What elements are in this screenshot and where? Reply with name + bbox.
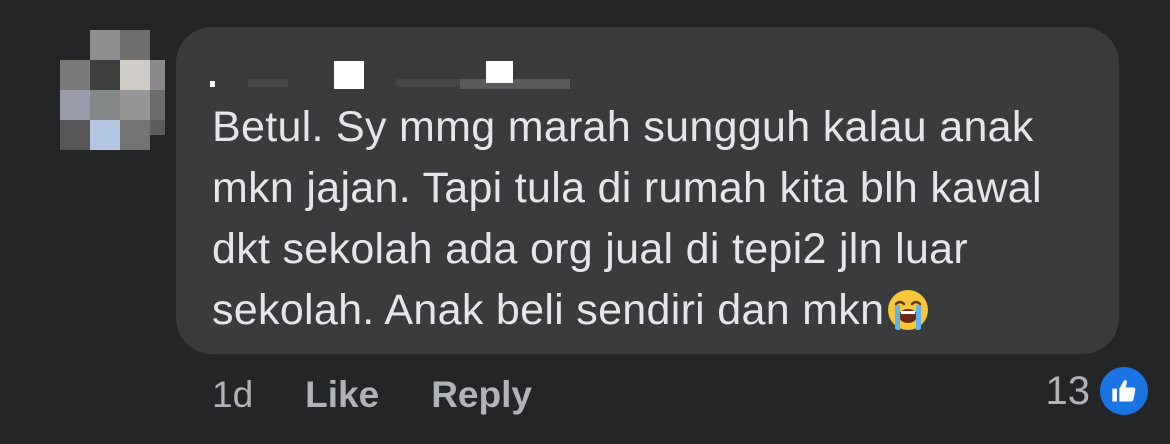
- comment-line: Betul. Sy mmg marah sungguh kalau anak: [212, 103, 1034, 151]
- comment-text: Betul. Sy mmg marah sungguh kalau anak m…: [212, 97, 1092, 341]
- reaction-summary[interactable]: 13: [1045, 366, 1148, 416]
- loudly-crying-face-icon: [886, 288, 930, 332]
- comment-actions: 1d Like Reply: [212, 372, 584, 418]
- comment-view: Betul. Sy mmg marah sungguh kalau anak m…: [0, 0, 1170, 444]
- comment-line: sekolah. Anak beli sendiri dan mkn: [212, 280, 1092, 341]
- comment-line-text: sekolah. Anak beli sendiri dan mkn: [212, 286, 885, 334]
- thumbs-up-icon: [1100, 367, 1148, 415]
- comment-line: mkn jajan. Tapi tula di rumah kita blh k…: [212, 164, 1042, 212]
- reaction-count: 13: [1045, 368, 1091, 413]
- author-name-redacted[interactable]: [210, 55, 570, 89]
- reply-button[interactable]: Reply: [431, 374, 532, 416]
- comment-line: dkt sekolah ada org jual di tepi2 jln lu…: [212, 225, 969, 273]
- like-button[interactable]: Like: [305, 374, 379, 416]
- comment-timestamp[interactable]: 1d: [212, 374, 253, 416]
- comment-bubble: Betul. Sy mmg marah sungguh kalau anak m…: [176, 27, 1119, 354]
- avatar[interactable]: [60, 30, 165, 150]
